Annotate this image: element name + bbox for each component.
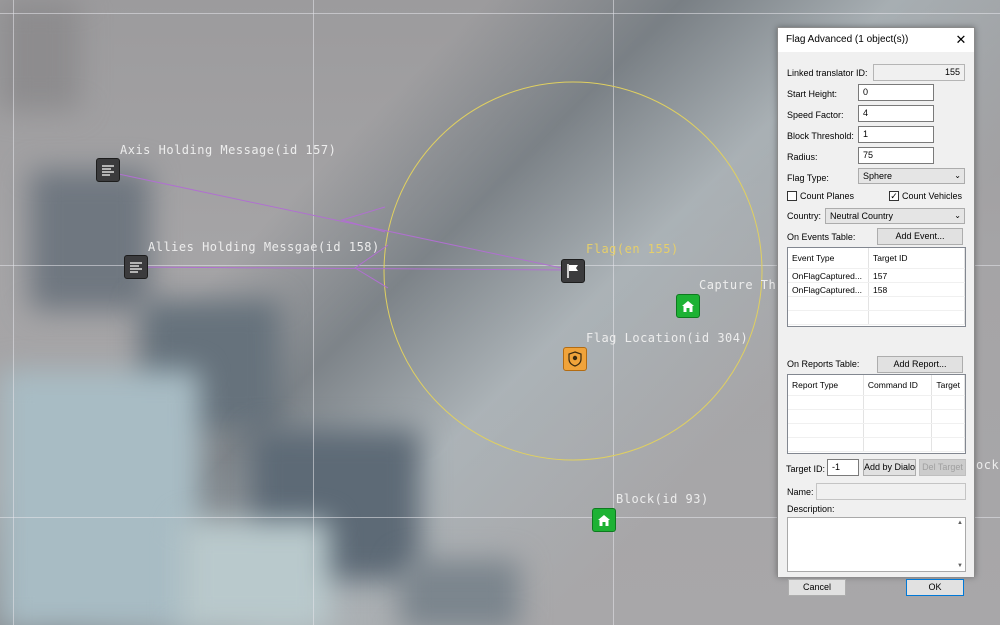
flag-label: Flag(en 155): [586, 242, 679, 256]
block-edge-label: ock: [976, 458, 1000, 472]
description-textarea[interactable]: ▲ ▼: [787, 517, 966, 572]
cancel-button[interactable]: Cancel: [788, 579, 846, 596]
table-header-row: Event Type Target ID: [788, 248, 965, 269]
radius-label: Radius:: [787, 152, 818, 162]
on-reports-label: On Reports Table:: [787, 359, 860, 369]
scroll-down-icon[interactable]: ▼: [957, 563, 963, 569]
block-threshold-label: Block Threshold:: [787, 131, 854, 141]
count-vehicles-checkbox[interactable]: ✓ Count Vehicles: [889, 191, 962, 201]
dialog-body: Linked translator ID: 155 Start Height: …: [778, 52, 974, 596]
block-label: Block(id 93): [616, 492, 709, 506]
linked-translator-label: Linked translator ID:: [787, 68, 868, 78]
target-id-field[interactable]: -1: [827, 459, 859, 476]
country-value: Neutral Country: [830, 211, 894, 221]
reports-table[interactable]: Report Type Command ID Target: [787, 374, 966, 454]
add-by-dialog-button[interactable]: Add by Dialog: [863, 459, 916, 476]
flag-advanced-dialog: Flag Advanced (1 object(s)) ✕ Linked tra…: [777, 27, 975, 596]
axis-holding-message-label: Axis Holding Message(id 157): [120, 143, 337, 157]
description-label: Description:: [787, 504, 835, 514]
block-threshold-field[interactable]: 1: [858, 126, 934, 143]
on-events-label: On Events Table:: [787, 232, 856, 242]
shield-marker-icon[interactable]: [563, 347, 587, 371]
column-header[interactable]: Target ID: [868, 248, 965, 269]
column-header[interactable]: Command ID: [863, 375, 933, 396]
start-height-label: Start Height:: [787, 89, 838, 99]
table-cell: 157: [868, 268, 965, 283]
add-event-button[interactable]: Add Event...: [877, 228, 963, 245]
allies-holding-message-label: Allies Holding Messgae(id 158): [148, 240, 380, 254]
table-cell: 158: [868, 282, 965, 297]
table-cell: OnFlagCaptured...: [788, 282, 869, 297]
target-id-label: Target ID:: [786, 464, 826, 474]
message-icon[interactable]: [96, 158, 120, 182]
name-label: Name:: [787, 487, 814, 497]
column-header[interactable]: Event Type: [788, 248, 869, 269]
ok-button[interactable]: OK: [906, 579, 964, 596]
table-row-empty: [788, 423, 965, 438]
table-row[interactable]: OnFlagCaptured... 158: [788, 282, 965, 297]
country-label: Country:: [787, 211, 822, 221]
country-select[interactable]: Neutral Country ⌄: [825, 208, 965, 224]
flag-type-value: Sphere: [863, 171, 893, 181]
dialog-titlebar[interactable]: Flag Advanced (1 object(s)) ✕: [778, 28, 974, 52]
count-vehicles-label: Count Vehicles: [902, 191, 963, 201]
add-report-button[interactable]: Add Report...: [877, 356, 963, 373]
house-icon[interactable]: [592, 508, 616, 532]
table-row-empty: [788, 296, 965, 311]
link-line-axis: [108, 171, 572, 271]
table-header-row: Report Type Command ID Target: [788, 375, 965, 396]
count-planes-checkbox[interactable]: Count Planes: [787, 191, 854, 201]
count-planes-label: Count Planes: [800, 191, 855, 201]
flag-type-label: Flag Type:: [787, 173, 829, 183]
speed-factor-label: Speed Factor:: [787, 110, 844, 120]
table-row-empty: [788, 437, 965, 452]
capture-label: Capture Th: [699, 278, 777, 292]
chevron-down-icon: ⌄: [954, 171, 961, 180]
table-row-empty: [788, 409, 965, 424]
checkbox-box-checked: ✓: [889, 191, 899, 201]
radius-field[interactable]: 75: [858, 147, 934, 164]
dialog-title: Flag Advanced (1 object(s)): [786, 34, 909, 45]
flag-type-select[interactable]: Sphere ⌄: [858, 168, 965, 184]
column-header[interactable]: Target: [931, 375, 965, 396]
close-icon[interactable]: ✕: [950, 29, 972, 51]
table-cell: OnFlagCaptured...: [788, 268, 869, 283]
linked-translator-field: 155: [873, 64, 965, 81]
table-row[interactable]: OnFlagCaptured... 157: [788, 268, 965, 283]
message-icon[interactable]: [124, 255, 148, 279]
checkbox-box: [787, 191, 797, 201]
flag-location-label: Flag Location(id 304): [586, 331, 749, 345]
speed-factor-field[interactable]: 4: [858, 105, 934, 122]
chevron-down-icon: ⌄: [954, 211, 961, 220]
events-table[interactable]: Event Type Target ID OnFlagCaptured... 1…: [787, 247, 966, 327]
flag-icon[interactable]: [561, 259, 585, 283]
column-header[interactable]: Report Type: [788, 375, 864, 396]
table-row-empty: [788, 310, 965, 325]
table-row-empty: [788, 395, 965, 410]
start-height-field[interactable]: 0: [858, 84, 934, 101]
name-field[interactable]: [816, 483, 966, 500]
house-icon[interactable]: [676, 294, 700, 318]
scroll-up-icon[interactable]: ▲: [957, 520, 963, 526]
del-target-button[interactable]: Del Target: [919, 459, 966, 476]
